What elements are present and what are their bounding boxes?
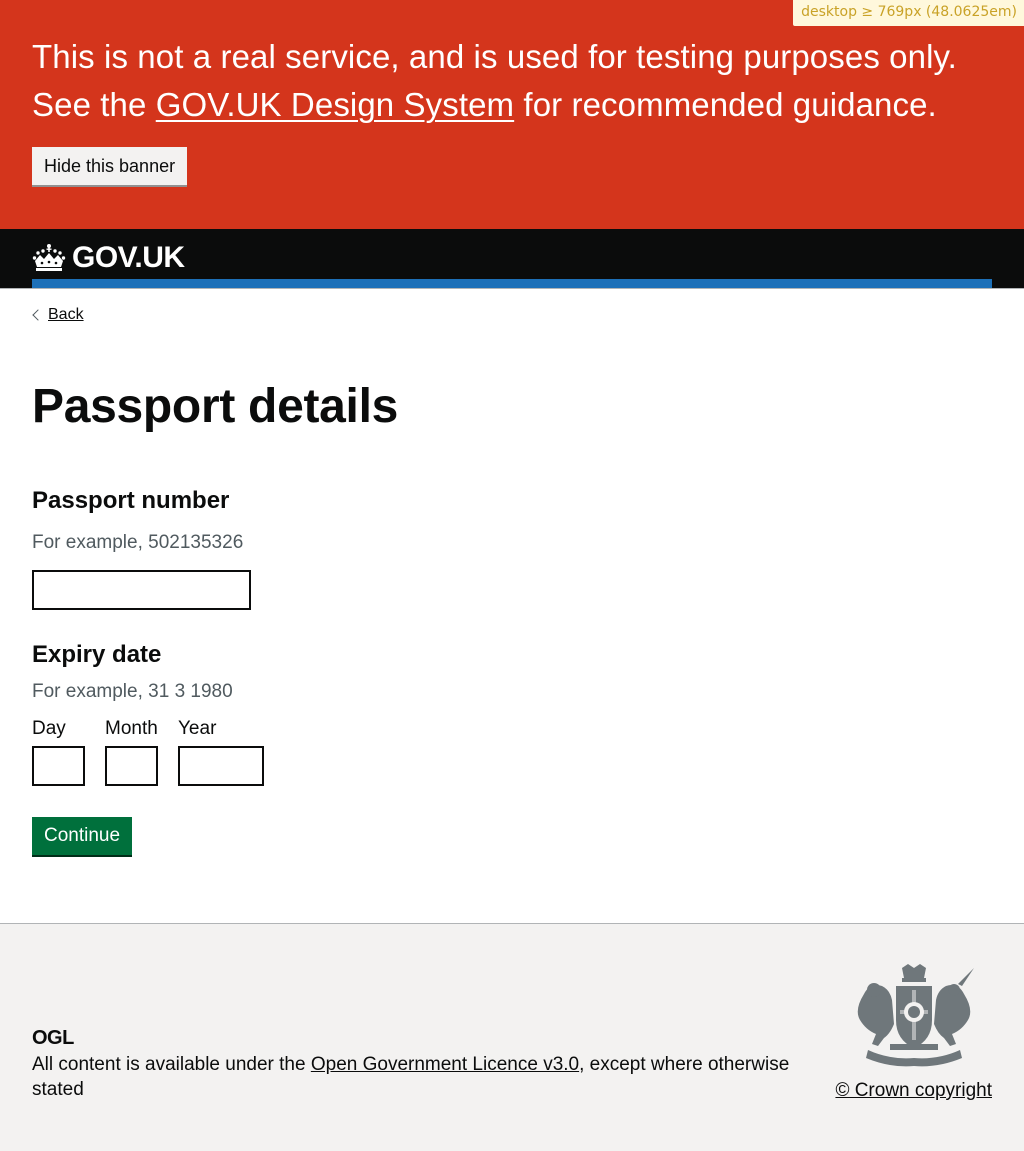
passport-number-input[interactable] xyxy=(32,570,251,610)
day-item: Day xyxy=(32,719,85,786)
passport-number-hint: For example, 502135326 xyxy=(32,532,244,553)
continue-button[interactable]: Continue xyxy=(32,817,133,855)
header-divider xyxy=(0,288,1024,289)
page-title: Passport details xyxy=(32,380,399,433)
royal-coat-of-arms-icon xyxy=(857,964,974,1067)
month-item: Month xyxy=(105,719,158,786)
year-label: Year xyxy=(178,718,217,739)
chevron-left-icon xyxy=(32,309,44,321)
month-input[interactable] xyxy=(105,746,158,786)
licence-text-start: All content is available under the xyxy=(32,1054,311,1075)
test-service-banner: This is not a real service, and is used … xyxy=(0,0,1024,229)
back-link-container: Back xyxy=(32,305,84,325)
breakpoint-tag: desktop ≥ 769px (48.0625em) xyxy=(793,0,1024,26)
crown-icon xyxy=(32,244,66,271)
licence-text: All content is available under the Open … xyxy=(32,1052,792,1102)
date-input-row: Day Month Year xyxy=(32,719,992,786)
main-content: Back Passport details Passport number Fo… xyxy=(0,289,1024,855)
day-input[interactable] xyxy=(32,746,85,786)
expiry-date-legend: Expiry date xyxy=(32,641,162,668)
back-link[interactable]: Back xyxy=(48,305,84,325)
hide-banner-button[interactable]: Hide this banner xyxy=(32,147,188,185)
govuk-logo-link[interactable]: GOV.UK xyxy=(32,243,185,273)
govuk-logo-text: GOV.UK xyxy=(72,241,185,274)
year-item: Year xyxy=(178,719,264,786)
crown-copyright-link[interactable]: © Crown copyright xyxy=(835,1078,992,1103)
open-government-licence-link[interactable]: Open Government Licence v3.0 xyxy=(311,1054,579,1075)
day-label: Day xyxy=(32,718,66,739)
ogl-logo-icon: OGL xyxy=(32,1027,74,1049)
govuk-header: GOV.UK xyxy=(0,229,1024,289)
govuk-footer: OGL All content is available under the O… xyxy=(0,923,1024,1151)
month-label: Month xyxy=(105,718,158,739)
passport-number-label: Passport number xyxy=(32,487,230,514)
banner-message: This is not a real service, and is used … xyxy=(32,33,992,129)
passport-number-group: Passport number For example, 502135326 xyxy=(32,486,992,610)
expiry-date-hint: For example, 31 3 1980 xyxy=(32,681,233,702)
expiry-date-group: Expiry date For example, 31 3 1980 Day M… xyxy=(32,640,992,786)
banner-text-end: for recommended guidance. xyxy=(514,86,937,123)
design-system-link[interactable]: GOV.UK Design System xyxy=(156,86,514,123)
year-input[interactable] xyxy=(178,746,264,786)
